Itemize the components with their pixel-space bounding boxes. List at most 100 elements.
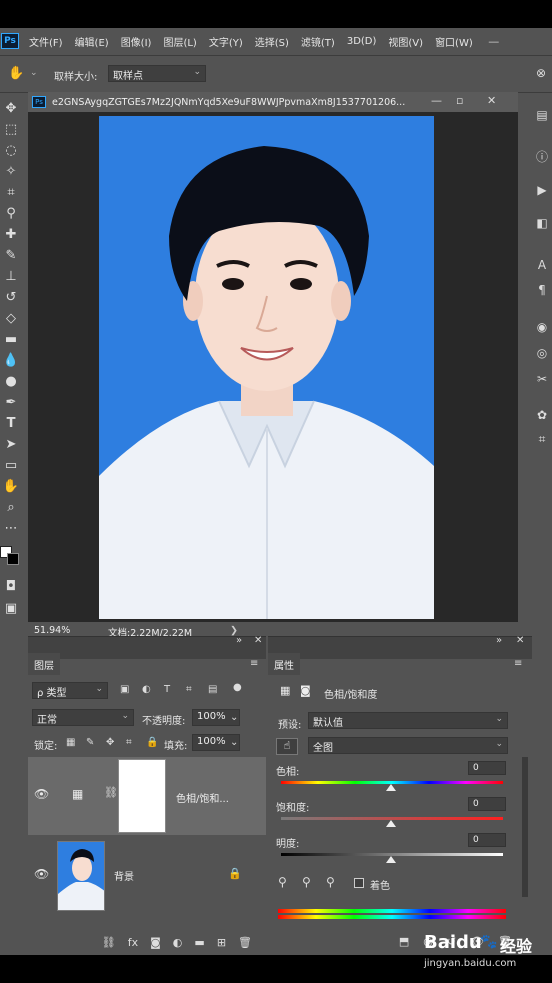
panel-menu-icon[interactable]: ≡ [514,658,522,669]
lightness-value-field[interactable]: 0 [468,833,506,847]
shape-tool-icon[interactable]: ▭ [0,455,22,475]
paragraph-icon[interactable]: ¶ [532,283,552,297]
doc-minimize-icon[interactable]: — [431,94,442,107]
adjustments-icon[interactable]: ◧ [532,216,552,230]
type-tool-icon[interactable]: T [0,413,22,433]
tab-layers[interactable]: 图层 [28,653,60,675]
lock-position-icon[interactable]: ✥ [106,737,114,748]
menu-select[interactable]: 选择(S) [255,34,289,49]
menu-layer[interactable]: 图层(L) [163,34,196,49]
layer-name[interactable]: 色相/饱和... [176,790,229,805]
properties-scrollbar[interactable] [522,757,528,897]
magic-wand-icon[interactable]: ✧ [0,161,22,181]
doc-restore-icon[interactable]: ▫ [456,94,463,107]
visibility-eye-icon[interactable]: 👁 [34,867,49,881]
move-tool-icon[interactable]: ✥ [0,98,22,118]
pen-tool-icon[interactable]: ✒ [0,392,22,412]
chevron-down-icon[interactable]: ⌄ [230,737,238,748]
hue-value-field[interactable]: 0 [468,761,506,775]
clip-to-layer-icon[interactable]: ⬒ [399,935,409,948]
saturation-value-field[interactable]: 0 [468,797,506,811]
background-color-swatch[interactable] [7,553,19,565]
styles-icon[interactable]: ✿ [532,408,552,422]
more-tools-icon[interactable]: ⋯ [0,518,22,538]
new-adjustment-icon[interactable]: ◐ [173,936,183,949]
lock-transparent-icon[interactable]: ▦ [66,737,75,748]
gradient-tool-icon[interactable]: ▬ [0,329,22,349]
blur-tool-icon[interactable]: 💧 [0,350,22,370]
layer-mask-thumbnail[interactable] [118,759,166,833]
marquee-tool-icon[interactable]: ⬚ [0,119,22,139]
layer-name[interactable]: 背景 [114,868,134,883]
menu-edit[interactable]: 编辑(E) [75,34,109,49]
collapse-icon[interactable]: ⊗ [536,66,546,80]
colorize-checkbox[interactable] [354,878,364,888]
tool-presets-icon[interactable]: ✂ [532,372,552,386]
lasso-tool-icon[interactable]: ◌ [0,140,22,160]
portrait-photo[interactable] [99,116,434,619]
filter-shape-icon[interactable]: ⌗ [186,684,192,695]
lightness-slider-thumb[interactable] [386,856,396,863]
targeted-adjustment-icon[interactable]: ☝ [276,738,298,755]
eyedropper-icon[interactable]: ⚲ [278,875,287,889]
preset-select[interactable]: 默认值 ⌄ [308,712,508,729]
lock-pixels-icon[interactable]: ✎ [86,737,94,748]
filter-adjustment-icon[interactable]: ◐ [142,684,151,695]
eraser-tool-icon[interactable]: ◇ [0,308,22,328]
hue-slider-thumb[interactable] [386,784,396,791]
layer-row-hue-saturation[interactable]: 👁 ▦ ⛓ 色相/饱和... [28,757,266,835]
layer-style-icon[interactable]: fx [128,936,138,949]
brush-tool-icon[interactable]: ✎ [0,245,22,265]
visibility-eye-icon[interactable]: 👁 [34,787,49,801]
layer-row-background[interactable]: 👁 背景 🔒 [28,837,266,915]
path-selection-icon[interactable]: ➤ [0,434,22,454]
menu-3d[interactable]: 3D(D) [347,36,377,47]
panel-close-icon[interactable]: ✕ [516,635,524,646]
hand-icon[interactable]: ✋ [8,66,24,81]
filter-smart-object-icon[interactable]: ▤ [208,684,217,695]
history-brush-icon[interactable]: ↺ [0,287,22,307]
hand-tool-icon[interactable]: ✋ [0,476,22,496]
clone-source-icon[interactable]: ◎ [532,346,552,360]
menu-image[interactable]: 图像(I) [121,34,152,49]
panel-collapse-icon[interactable]: » [496,635,502,646]
chevron-down-icon[interactable]: ⌄ [30,68,38,78]
lock-all-icon[interactable]: 🔒 [146,737,158,748]
panel-close-icon[interactable]: ✕ [254,635,262,646]
history-icon[interactable]: ▤ [532,108,552,122]
zoom-tool-icon[interactable]: ⌕ [0,497,22,517]
zoom-level[interactable]: 51.94% [34,625,70,636]
minimize-button[interactable]: — [483,35,505,48]
clone-stamp-icon[interactable]: ⊥ [0,266,22,286]
crop-tool-icon[interactable]: ⌗ [0,182,22,202]
saturation-slider-thumb[interactable] [386,820,396,827]
blend-mode-select[interactable]: 正常 ⌄ [32,709,134,726]
quick-mask-icon[interactable]: ◘ [0,576,22,596]
lock-artboard-icon[interactable]: ⌗ [126,737,132,748]
swatches-icon[interactable]: ⌗ [532,432,552,447]
brush-presets-icon[interactable]: ◉ [532,320,552,334]
character-icon[interactable]: A [532,258,552,272]
filter-type-icon[interactable]: T [164,684,170,695]
filter-pixel-icon[interactable]: ▣ [120,684,129,695]
document-tab[interactable]: Ps e2GNSAygqZGTGEs7Mz2JQNmYqd5Xe9uF8WWJP… [28,92,518,112]
screen-mode-icon[interactable]: ▣ [0,598,22,618]
doc-close-icon[interactable]: ✕ [487,94,496,107]
dodge-tool-icon[interactable]: ● [0,371,22,391]
delete-layer-icon[interactable]: 🗑 [238,936,252,949]
panel-menu-icon[interactable]: ≡ [250,658,258,669]
eyedropper-tool-icon[interactable]: ⚲ [0,203,22,223]
info-icon[interactable]: ⓘ [532,148,552,165]
new-layer-icon[interactable]: ⊞ [217,936,226,949]
menu-file[interactable]: 文件(F) [29,34,63,49]
actions-icon[interactable]: ▶ [532,183,552,197]
menu-window[interactable]: 窗口(W) [435,34,473,49]
chain-link-icon[interactable]: ⛓ [104,786,118,799]
tab-properties[interactable]: 属性 [268,653,300,675]
filter-toggle-icon[interactable]: ● [233,682,242,693]
add-mask-icon[interactable]: ◙ [150,936,161,949]
menu-type[interactable]: 文字(Y) [209,34,243,49]
new-group-icon[interactable]: ▬ [194,936,204,949]
eyedropper-plus-icon[interactable]: ⚲ [302,875,311,889]
eyedropper-minus-icon[interactable]: ⚲ [326,875,335,889]
